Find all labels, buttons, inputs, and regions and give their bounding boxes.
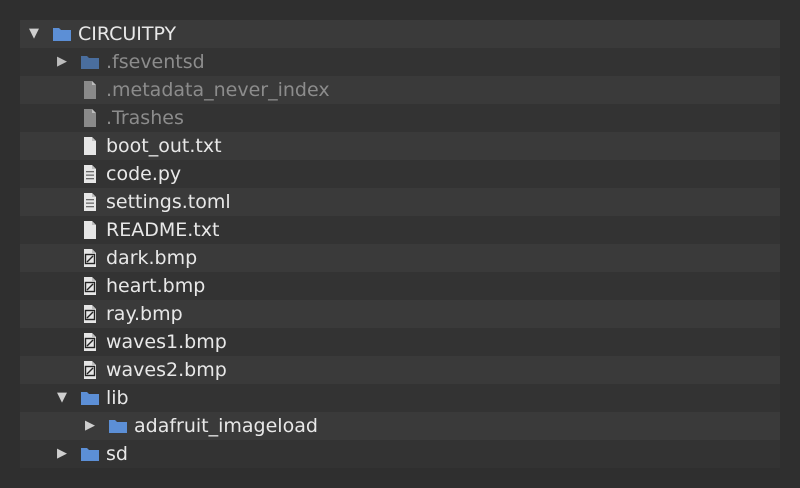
tree-row-code-py[interactable]: code.py xyxy=(20,160,780,188)
tree-row-trashes[interactable]: .Trashes xyxy=(20,104,780,132)
folder-icon xyxy=(80,444,100,464)
tree-row-adafruit-imageload[interactable]: ▶ adafruit_imageload xyxy=(20,412,780,440)
tree-row-boot-out[interactable]: boot_out.txt xyxy=(20,132,780,160)
tree-item-label: code.py xyxy=(106,163,182,185)
image-file-icon xyxy=(80,332,100,352)
tree-item-label: lib xyxy=(106,387,129,409)
tree-row-readme[interactable]: README.txt xyxy=(20,216,780,244)
code-file-icon xyxy=(80,192,100,212)
file-icon xyxy=(80,80,100,100)
file-tree: ▼ CIRCUITPY ▶ .fseventsd .metadata_never_ind… xyxy=(20,20,780,468)
tree-item-label: adafruit_imageload xyxy=(134,415,318,437)
file-icon xyxy=(80,136,100,156)
folder-icon xyxy=(80,52,100,72)
code-file-icon xyxy=(80,164,100,184)
tree-row-heart-bmp[interactable]: heart.bmp xyxy=(20,272,780,300)
expand-arrow-down-icon[interactable]: ▼ xyxy=(26,20,42,48)
tree-item-label: .metadata_never_index xyxy=(106,79,330,101)
file-icon xyxy=(80,108,100,128)
file-icon xyxy=(80,220,100,240)
tree-item-label: settings.toml xyxy=(106,191,231,213)
tree-item-label: boot_out.txt xyxy=(106,135,222,157)
tree-item-label: heart.bmp xyxy=(106,275,206,297)
tree-row-lib[interactable]: ▼ lib xyxy=(20,384,780,412)
tree-row-settings-toml[interactable]: settings.toml xyxy=(20,188,780,216)
tree-row-ray-bmp[interactable]: ray.bmp xyxy=(20,300,780,328)
tree-item-label: dark.bmp xyxy=(106,247,198,269)
folder-icon xyxy=(80,388,100,408)
tree-item-label: .Trashes xyxy=(106,107,184,129)
image-file-icon xyxy=(80,304,100,324)
tree-item-label: ray.bmp xyxy=(106,303,183,325)
expand-arrow-right-icon[interactable]: ▶ xyxy=(54,48,70,76)
tree-item-label: sd xyxy=(106,443,128,465)
expand-arrow-right-icon[interactable]: ▶ xyxy=(82,412,98,440)
image-file-icon xyxy=(80,360,100,380)
tree-item-label: .fseventsd xyxy=(106,51,205,73)
tree-row-sd[interactable]: ▶ sd xyxy=(20,440,780,468)
folder-icon xyxy=(108,416,128,436)
expand-arrow-right-icon[interactable]: ▶ xyxy=(54,440,70,468)
tree-item-label: waves2.bmp xyxy=(106,359,227,381)
tree-row-waves1-bmp[interactable]: waves1.bmp xyxy=(20,328,780,356)
tree-item-label: waves1.bmp xyxy=(106,331,227,353)
tree-row-dark-bmp[interactable]: dark.bmp xyxy=(20,244,780,272)
expand-arrow-down-icon[interactable]: ▼ xyxy=(54,384,70,412)
tree-row-fseventsd[interactable]: ▶ .fseventsd xyxy=(20,48,780,76)
image-file-icon xyxy=(80,248,100,268)
tree-row-circuitpy[interactable]: ▼ CIRCUITPY xyxy=(20,20,780,48)
image-file-icon xyxy=(80,276,100,296)
tree-item-label: CIRCUITPY xyxy=(78,23,177,45)
tree-row-metadata-never-index[interactable]: .metadata_never_index xyxy=(20,76,780,104)
tree-item-label: README.txt xyxy=(106,219,220,241)
tree-row-waves2-bmp[interactable]: waves2.bmp xyxy=(20,356,780,384)
folder-icon xyxy=(52,24,72,44)
